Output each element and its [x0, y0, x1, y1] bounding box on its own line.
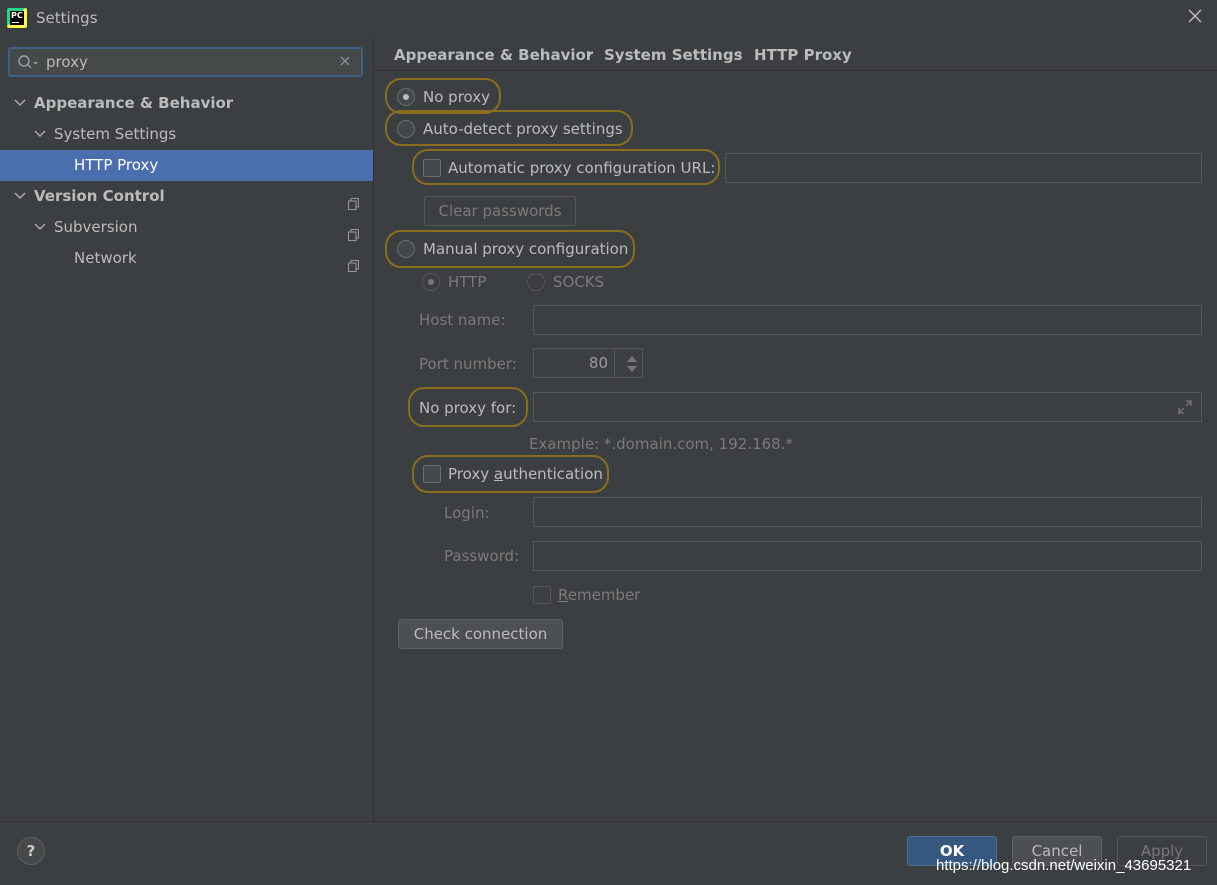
- window-title: Settings: [36, 9, 98, 27]
- breadcrumb-item: Appearance & Behavior: [394, 46, 594, 64]
- stepper-up-icon[interactable]: [627, 356, 637, 362]
- host-name-field[interactable]: [533, 305, 1202, 335]
- clear-search-icon[interactable]: [339, 52, 351, 71]
- stepper-arrows[interactable]: [614, 349, 642, 377]
- close-icon[interactable]: [1185, 7, 1205, 27]
- breadcrumb: Appearance & Behavior › System Settings …: [375, 36, 1217, 71]
- project-scope-icon: [348, 221, 359, 241]
- http-proxy-settings: No proxy Auto-detect proxy settings Auto…: [375, 71, 1217, 821]
- breadcrumb-item: HTTP Proxy: [754, 46, 852, 64]
- breadcrumb-separator: ›: [587, 46, 593, 62]
- expand-icon[interactable]: [1177, 399, 1193, 419]
- watermark: https://blog.csdn.net/weixin_43695321: [936, 857, 1192, 874]
- project-scope-icon: [348, 190, 359, 210]
- tree-item-appearance-behavior[interactable]: Appearance & Behavior: [0, 88, 373, 119]
- http-label[interactable]: HTTP: [448, 273, 486, 291]
- password-label: Password:: [444, 547, 520, 565]
- auto-detect-radio[interactable]: [397, 120, 415, 138]
- proxy-authentication-checkbox[interactable]: [423, 465, 441, 483]
- project-scope-icon: [348, 252, 359, 272]
- check-connection-button[interactable]: Check connection: [398, 619, 563, 649]
- auto-detect-label[interactable]: Auto-detect proxy settings: [423, 120, 623, 138]
- title-bar: PC Settings: [0, 0, 1217, 36]
- manual-proxy-label[interactable]: Manual proxy configuration: [423, 240, 628, 258]
- http-radio[interactable]: [422, 273, 440, 291]
- tree-item-system-settings[interactable]: System Settings: [0, 119, 373, 150]
- login-label: Login:: [444, 504, 490, 522]
- host-name-label: Host name:: [419, 311, 506, 329]
- port-value: 80: [588, 354, 608, 372]
- password-field[interactable]: [533, 541, 1202, 571]
- auto-config-url-field[interactable]: [725, 153, 1202, 183]
- socks-radio[interactable]: [527, 273, 545, 291]
- tree-item-version-control[interactable]: Version Control: [0, 181, 373, 212]
- stepper-down-icon[interactable]: [627, 366, 637, 372]
- no-proxy-for-label: No proxy for:: [419, 399, 517, 417]
- tree-item-subversion[interactable]: Subversion: [0, 212, 373, 243]
- help-button[interactable]: ?: [17, 837, 45, 865]
- auto-config-url-label[interactable]: Automatic proxy configuration URL:: [448, 159, 715, 177]
- no-proxy-radio[interactable]: [397, 88, 415, 106]
- pycharm-app-icon: PC: [7, 8, 27, 28]
- no-proxy-for-field[interactable]: [533, 392, 1202, 422]
- socks-label[interactable]: SOCKS: [553, 273, 604, 291]
- no-proxy-label[interactable]: No proxy: [423, 88, 490, 106]
- login-field[interactable]: [533, 497, 1202, 527]
- port-number-label: Port number:: [419, 355, 517, 373]
- tree-item-http-proxy[interactable]: HTTP Proxy: [0, 150, 373, 181]
- remember-checkbox[interactable]: [533, 586, 551, 604]
- no-proxy-example: Example: *.domain.com, 192.168.*: [529, 435, 793, 453]
- search-icon: [17, 54, 39, 72]
- tree-item-network[interactable]: Network: [0, 243, 373, 274]
- breadcrumb-item: System Settings: [604, 46, 743, 64]
- manual-proxy-radio[interactable]: [397, 240, 415, 258]
- proxy-authentication-label[interactable]: Proxy authentication: [448, 465, 603, 483]
- dialog-footer: ? OK Cancel Apply https://blog.csdn.net/…: [0, 821, 1217, 885]
- port-number-stepper[interactable]: 80: [533, 348, 643, 378]
- search-box[interactable]: proxy: [8, 47, 363, 77]
- breadcrumb-separator: ›: [737, 46, 743, 62]
- settings-tree-panel: proxy Appearance & Behavior System Setti…: [0, 36, 374, 821]
- remember-label[interactable]: Remember: [558, 586, 640, 604]
- auto-config-url-checkbox[interactable]: [423, 159, 441, 177]
- clear-passwords-button[interactable]: Clear passwords: [424, 196, 576, 226]
- search-input[interactable]: proxy: [46, 53, 88, 71]
